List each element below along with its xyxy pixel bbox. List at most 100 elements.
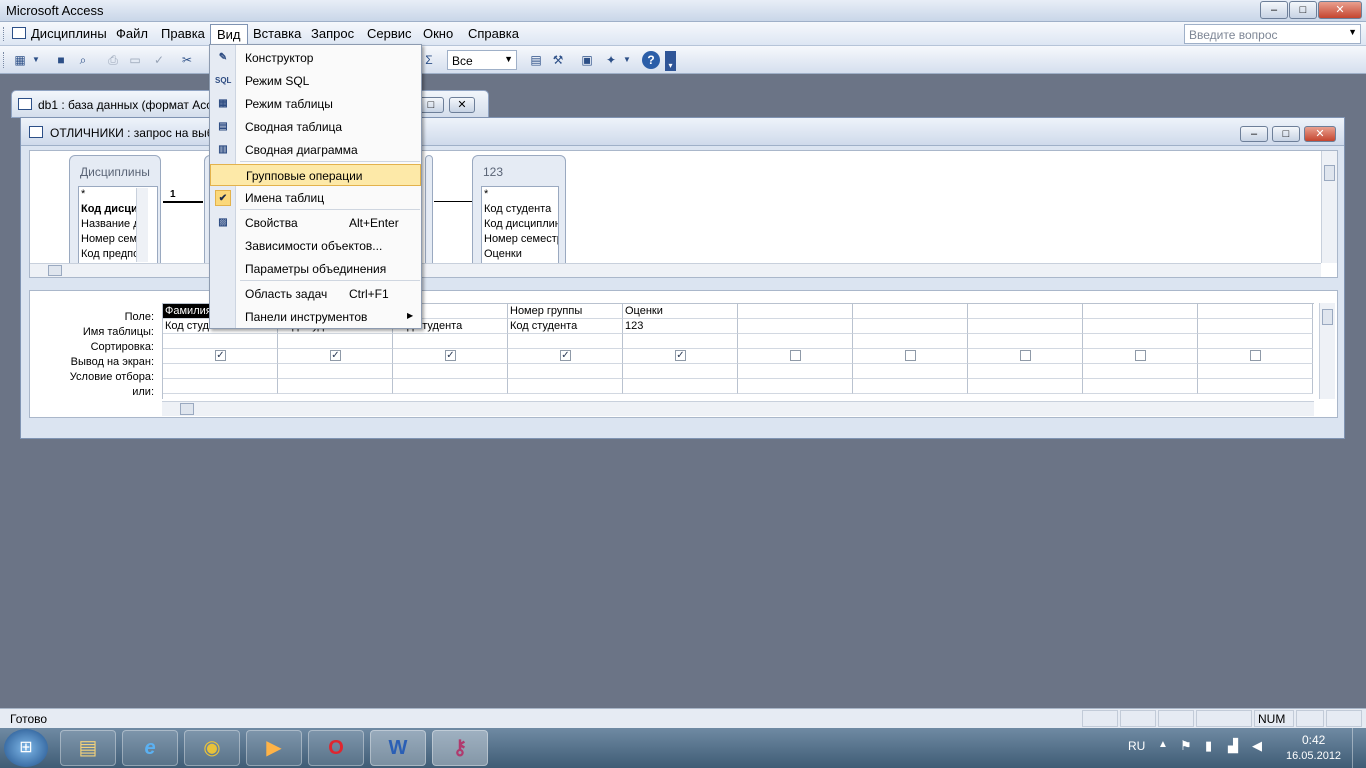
- scroll-thumb[interactable]: [48, 265, 62, 276]
- grid-cell-show[interactable]: ✓: [163, 349, 278, 364]
- view-menu-item[interactable]: Групповые операции: [210, 164, 421, 186]
- menu-file[interactable]: Файл: [116, 26, 148, 41]
- chevron-down-icon[interactable]: ▼: [1348, 27, 1357, 37]
- build-icon[interactable]: ⚒: [549, 51, 567, 69]
- view-menu-item[interactable]: ▥ Сводная диаграмма: [210, 139, 421, 161]
- grid-column[interactable]: [1083, 304, 1198, 400]
- grid-cell-show[interactable]: [1198, 349, 1313, 364]
- chevron-down-icon[interactable]: ▼: [30, 51, 42, 69]
- show-desktop-button[interactable]: [1352, 728, 1366, 768]
- access-icon[interactable]: ⚷: [432, 730, 488, 766]
- table-box-disciplines[interactable]: Дисциплины * Код дисцип Название д Номер…: [69, 155, 161, 269]
- view-menu-item[interactable]: ▦ Режим таблицы: [210, 93, 421, 115]
- show-checkbox[interactable]: [1135, 350, 1146, 361]
- grid-cell-show[interactable]: [738, 349, 853, 364]
- close-button[interactable]: ✕: [1318, 1, 1362, 19]
- grid-cell-table[interactable]: 123: [623, 319, 738, 334]
- start-button[interactable]: ⊞: [4, 729, 48, 767]
- print-preview-icon[interactable]: ▭: [126, 51, 144, 69]
- internet-explorer-icon[interactable]: e: [122, 730, 178, 766]
- search-icon[interactable]: ⌕: [74, 51, 92, 69]
- field-item[interactable]: Номер семестр: [482, 232, 558, 247]
- properties-icon[interactable]: ▤: [527, 51, 545, 69]
- field-list-scrollbar[interactable]: [136, 188, 148, 262]
- grid-cell-show[interactable]: ✓: [623, 349, 738, 364]
- grid-cell-or[interactable]: [508, 379, 623, 394]
- view-menu-item[interactable]: ✎ Конструктор: [210, 47, 421, 69]
- grid-cell-or[interactable]: [853, 379, 968, 394]
- view-toggle-icon[interactable]: ▦: [11, 51, 29, 69]
- top-values-select[interactable]: Все ▼: [447, 50, 517, 70]
- grid-cell-or[interactable]: [393, 379, 508, 394]
- minimize-button[interactable]: ‒: [1260, 1, 1288, 19]
- battery-icon[interactable]: ▮: [1205, 738, 1212, 754]
- toolbar-options-icon[interactable]: ▾: [665, 51, 676, 71]
- grid-cell-field[interactable]: [738, 304, 853, 319]
- toolbar-grip[interactable]: [3, 52, 6, 68]
- clock-date[interactable]: 16.05.2012: [1286, 750, 1341, 762]
- db-close-button[interactable]: ✕: [449, 97, 475, 113]
- grid-cell-criteria[interactable]: [738, 364, 853, 379]
- explorer-icon[interactable]: ▤: [60, 730, 116, 766]
- show-checkbox[interactable]: ✓: [215, 350, 226, 361]
- grid-cell-show[interactable]: ✓: [278, 349, 393, 364]
- table-box-123[interactable]: 123 * Код студента Код дисциплин Номер с…: [472, 155, 566, 269]
- word-icon[interactable]: W: [370, 730, 426, 766]
- grid-cell-or[interactable]: [623, 379, 738, 394]
- grid-cell-table[interactable]: [853, 319, 968, 334]
- grid-cell-show[interactable]: ✓: [508, 349, 623, 364]
- show-checkbox[interactable]: [790, 350, 801, 361]
- grid-cell-or[interactable]: [1198, 379, 1313, 394]
- show-checkbox[interactable]: [1020, 350, 1031, 361]
- grid-cell-field[interactable]: Номер группы: [508, 304, 623, 319]
- save-icon[interactable]: ■: [52, 51, 70, 69]
- grid-cell-field[interactable]: [1083, 304, 1198, 319]
- chevron-down-icon[interactable]: ▼: [621, 51, 633, 69]
- network-signal-icon[interactable]: ▟: [1228, 738, 1238, 754]
- view-menu-item[interactable]: Параметры объединения: [210, 258, 421, 280]
- chevron-down-icon[interactable]: ▼: [504, 54, 513, 64]
- help-search-field[interactable]: Введите вопрос ▼: [1184, 24, 1361, 44]
- menu-edit[interactable]: Правка: [161, 26, 205, 41]
- new-object-icon[interactable]: ✦: [602, 51, 620, 69]
- language-indicator[interactable]: RU: [1128, 739, 1145, 753]
- volume-icon[interactable]: ◀: [1252, 738, 1262, 754]
- database-window-icon[interactable]: ▣: [578, 51, 596, 69]
- grid-cell-field[interactable]: [968, 304, 1083, 319]
- grid-cell-table[interactable]: Код студента: [508, 319, 623, 334]
- table-box-edge[interactable]: [425, 155, 433, 269]
- help-icon[interactable]: ?: [642, 51, 660, 69]
- menu-view[interactable]: Вид: [210, 24, 248, 46]
- scroll-thumb[interactable]: [180, 403, 194, 415]
- grid-cell-or[interactable]: [738, 379, 853, 394]
- grid-column[interactable]: [738, 304, 853, 400]
- grid-cell-field[interactable]: [1198, 304, 1313, 319]
- grid-cell-sort[interactable]: [1083, 334, 1198, 349]
- view-menu-item[interactable]: Зависимости объектов...: [210, 235, 421, 257]
- field-item[interactable]: Код студента: [482, 202, 558, 217]
- grid-cell-table[interactable]: [968, 319, 1083, 334]
- grid-column[interactable]: [1198, 304, 1313, 400]
- clock-time[interactable]: 0:42: [1302, 733, 1325, 747]
- grid-cell-field[interactable]: [853, 304, 968, 319]
- grid-cell-criteria[interactable]: [163, 364, 278, 379]
- view-menu-item[interactable]: ▨ Свойства Alt+Enter: [210, 212, 421, 234]
- query-minimize-button[interactable]: ‒: [1240, 126, 1268, 142]
- grid-cell-criteria[interactable]: [623, 364, 738, 379]
- field-list[interactable]: * Код студента Код дисциплин Номер семес…: [481, 186, 559, 264]
- grid-cell-sort[interactable]: [853, 334, 968, 349]
- grid-cell-show[interactable]: [1083, 349, 1198, 364]
- grid-cell-criteria[interactable]: [1083, 364, 1198, 379]
- menu-window[interactable]: Окно: [423, 26, 453, 41]
- menu-tools[interactable]: Сервис: [367, 26, 412, 41]
- view-menu-item[interactable]: Область задач Ctrl+F1: [210, 283, 421, 305]
- grid-cell-criteria[interactable]: [278, 364, 393, 379]
- menu-disciplines[interactable]: Дисциплины: [31, 26, 107, 41]
- grid-cell-table[interactable]: [1198, 319, 1313, 334]
- grid-cell-field[interactable]: Оценки: [623, 304, 738, 319]
- menu-query[interactable]: Запрос: [311, 26, 354, 41]
- grid-column[interactable]: [968, 304, 1083, 400]
- print-icon[interactable]: ⎙: [104, 51, 122, 69]
- grip-handle[interactable]: [3, 27, 6, 41]
- grid-cell-table[interactable]: [1083, 319, 1198, 334]
